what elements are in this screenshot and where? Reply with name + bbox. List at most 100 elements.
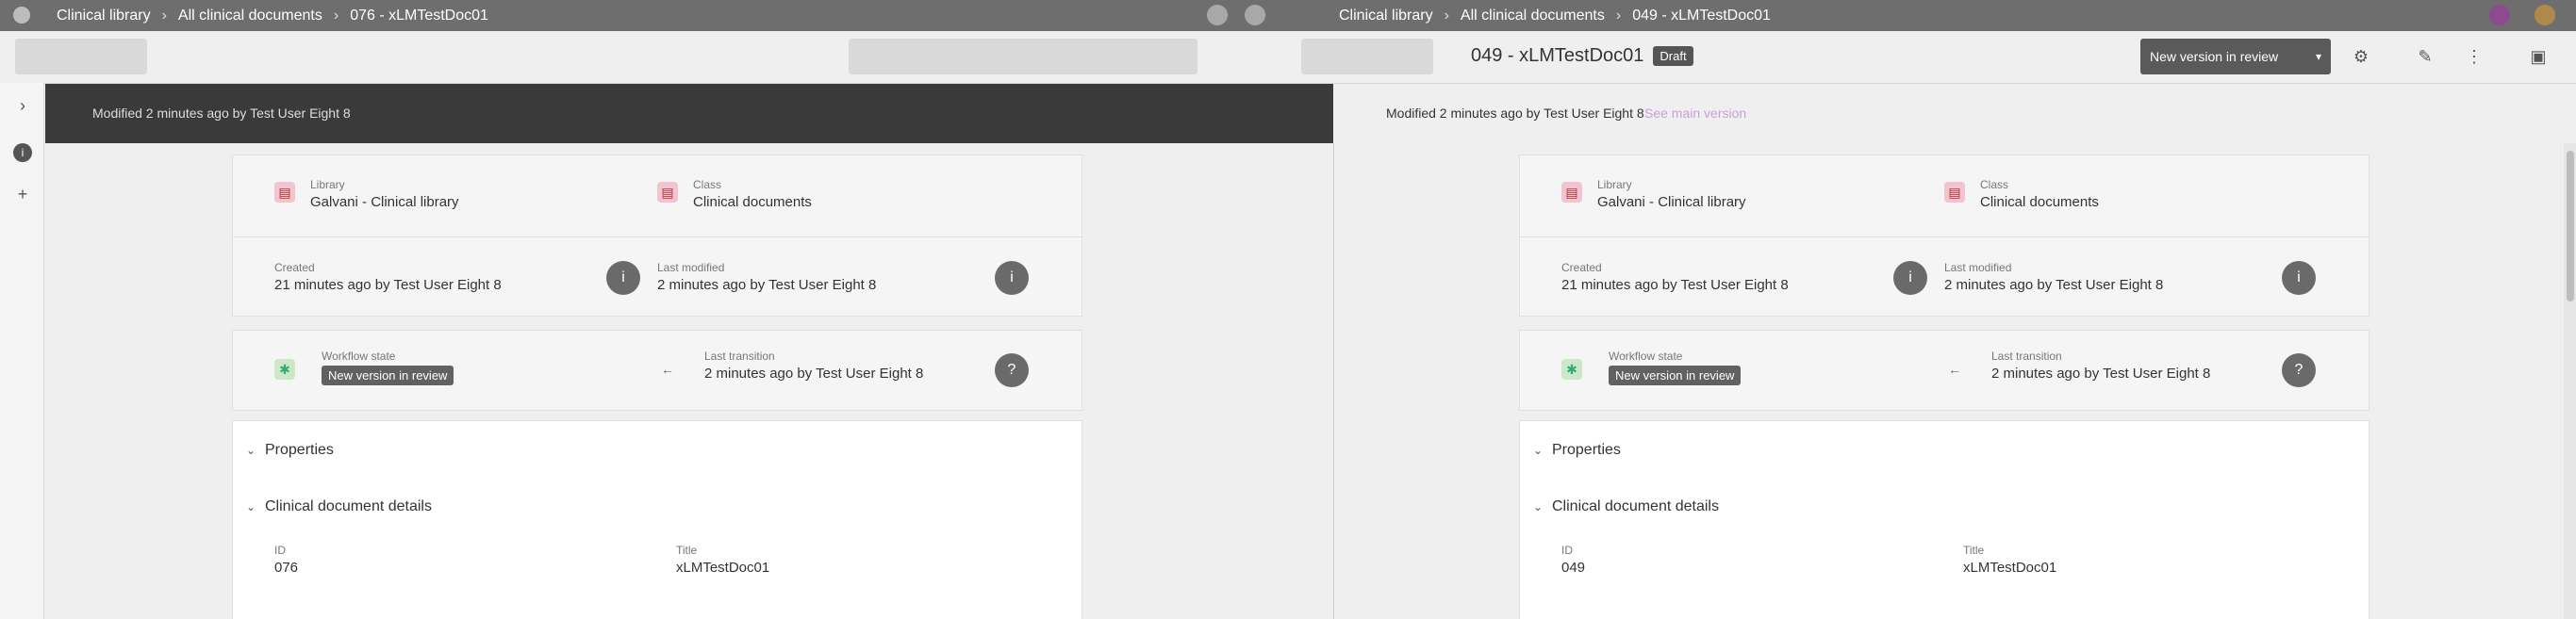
created-field: Created 21 minutes ago by Test User Eigh… bbox=[274, 261, 502, 293]
document-toolbar: 049 - xLMTestDoc01 Draft New version in … bbox=[0, 31, 2576, 84]
id-field: ID 049 bbox=[1561, 544, 1585, 576]
created-field: Created 21 minutes ago by Test User Eigh… bbox=[1561, 261, 1789, 293]
field-label: Workflow state bbox=[322, 350, 396, 363]
workflow-state-field: Workflow state New version in review bbox=[322, 350, 454, 385]
class-icon: ▤ bbox=[657, 182, 678, 203]
user-info-icon[interactable]: i bbox=[2282, 261, 2316, 295]
right-document-pane: ▤ Library Galvani - Clinical library ▤ C… bbox=[1333, 143, 2576, 619]
workflow-status-dropdown[interactable]: New version in review ▾ bbox=[2140, 39, 2331, 74]
title-field: Title xLMTestDoc01 bbox=[1963, 544, 2056, 576]
field-label: Workflow state bbox=[1609, 350, 1683, 363]
class-icon: ▤ bbox=[1944, 182, 1965, 203]
status-badge: Draft bbox=[1653, 46, 1693, 66]
apps-icon[interactable] bbox=[1245, 5, 1265, 25]
scrollbar[interactable] bbox=[2564, 143, 2576, 619]
field-value: 2 minutes ago by Test User Eight 8 bbox=[704, 366, 924, 382]
edit-icon[interactable]: ✎ bbox=[2414, 46, 2436, 67]
class-field: Class Clinical documents bbox=[1980, 178, 2099, 210]
workflow-state-chip: New version in review bbox=[1609, 366, 1742, 385]
expand-icon[interactable]: › bbox=[13, 96, 32, 115]
field-label: Last modified bbox=[657, 261, 725, 274]
user-info-icon[interactable]: i bbox=[1893, 261, 1927, 295]
add-icon[interactable]: + bbox=[13, 185, 32, 204]
compare-icon[interactable]: ▣ bbox=[2527, 46, 2550, 67]
document-title: 049 - xLMTestDoc01 Draft bbox=[1471, 45, 1693, 67]
section-title: Clinical document details bbox=[1552, 498, 1719, 514]
left-version-selector[interactable] bbox=[15, 39, 147, 74]
notifications-icon[interactable] bbox=[2489, 5, 2510, 25]
workflow-icon: ✱ bbox=[1561, 359, 1582, 380]
status-dropdown-label: New version in review bbox=[2150, 49, 2279, 64]
field-value: 2 minutes ago by Test User Eight 8 bbox=[1944, 277, 2164, 293]
chevron-right-icon: › bbox=[1444, 7, 1449, 24]
help-icon[interactable] bbox=[1207, 5, 1228, 25]
field-label: ID bbox=[274, 544, 286, 557]
class-field: Class Clinical documents bbox=[693, 178, 812, 210]
field-value[interactable]: Clinical documents bbox=[1980, 194, 2099, 210]
library-icon: ▤ bbox=[1561, 182, 1582, 203]
see-main-version-link[interactable]: See main version bbox=[1644, 106, 1746, 121]
field-value: 21 minutes ago by Test User Eight 8 bbox=[1561, 277, 1789, 293]
field-label: Last transition bbox=[704, 350, 775, 363]
field-label: ID bbox=[1561, 544, 1573, 557]
field-value: 21 minutes ago by Test User Eight 8 bbox=[274, 277, 502, 293]
field-label: Created bbox=[1561, 261, 1602, 274]
field-value[interactable]: Galvani - Clinical library bbox=[310, 194, 459, 210]
left-search-field[interactable] bbox=[849, 39, 1197, 74]
properties-section-header[interactable]: ⌄ Properties bbox=[246, 442, 334, 459]
field-label: Title bbox=[676, 544, 698, 557]
field-value: 2 minutes ago by Test User Eight 8 bbox=[1991, 366, 2211, 382]
field-value: 049 bbox=[1561, 560, 1586, 576]
workflow-state-field: Workflow state New version in review bbox=[1609, 350, 1742, 385]
right-compare-strip: Modified 2 minutes ago by Test User Eigh… bbox=[1333, 84, 2576, 144]
user-info-icon[interactable]: i bbox=[606, 261, 640, 295]
top-bar: Clinical library › All clinical document… bbox=[0, 0, 2576, 31]
section-title: Clinical document details bbox=[265, 498, 432, 514]
breadcrumb-item[interactable]: All clinical documents bbox=[178, 8, 322, 24]
breadcrumb-item: 049 - xLMTestDoc01 bbox=[1632, 7, 1771, 24]
field-value[interactable]: Clinical documents bbox=[693, 194, 812, 210]
info-icon[interactable]: i bbox=[13, 143, 32, 162]
last-modified-field: Last modified 2 minutes ago by Test User… bbox=[1944, 261, 2163, 293]
compare-bar: Modified 2 minutes ago by Test User Eigh… bbox=[45, 84, 1333, 143]
last-transition-field: Last transition 2 minutes ago by Test Us… bbox=[1991, 350, 2210, 382]
help-icon[interactable]: ? bbox=[2282, 353, 2316, 387]
left-actions[interactable] bbox=[1301, 39, 1433, 74]
section-title: Properties bbox=[265, 442, 334, 458]
divider bbox=[233, 236, 1082, 237]
avatar[interactable] bbox=[2535, 5, 2555, 25]
home-icon[interactable] bbox=[13, 7, 30, 24]
field-label: Last modified bbox=[1944, 261, 2012, 274]
field-value: xLMTestDoc01 bbox=[676, 560, 770, 576]
section-title: Properties bbox=[1552, 442, 1621, 458]
transition-arrow-icon: ← bbox=[661, 362, 674, 377]
id-field: ID 076 bbox=[274, 544, 298, 576]
last-transition-field: Last transition 2 minutes ago by Test Us… bbox=[704, 350, 923, 382]
user-info-icon[interactable]: i bbox=[995, 261, 1029, 295]
breadcrumb-item[interactable]: All clinical documents bbox=[1461, 8, 1605, 24]
breadcrumb-item: 076 - xLMTestDoc01 bbox=[350, 7, 488, 24]
field-value: xLMTestDoc01 bbox=[1963, 560, 2057, 576]
details-section-header[interactable]: ⌄ Clinical document details bbox=[246, 498, 432, 515]
chevron-right-icon: › bbox=[161, 7, 167, 24]
properties-section-header[interactable]: ⌄ Properties bbox=[1533, 442, 1621, 459]
summary-card: ▤ Library Galvani - Clinical library ▤ C… bbox=[232, 155, 1082, 317]
scrollbar-thumb[interactable] bbox=[2567, 151, 2574, 301]
field-label: Library bbox=[1597, 178, 1632, 191]
breadcrumb-right: Clinical library › All clinical document… bbox=[1339, 0, 1771, 31]
field-label: Last transition bbox=[1991, 350, 2062, 363]
settings-icon[interactable]: ⚙ bbox=[2350, 46, 2372, 67]
help-icon[interactable]: ? bbox=[995, 353, 1029, 387]
details-section-header[interactable]: ⌄ Clinical document details bbox=[1533, 498, 1719, 515]
workflow-card: ✱ Workflow state New version in review ←… bbox=[232, 330, 1082, 411]
document-title-text: 049 - xLMTestDoc01 bbox=[1471, 45, 1644, 66]
workflow-icon: ✱ bbox=[274, 359, 295, 380]
field-label: Created bbox=[274, 261, 315, 274]
field-value[interactable]: Galvani - Clinical library bbox=[1597, 194, 1746, 210]
more-vert-icon[interactable]: ⋮ bbox=[2463, 46, 2485, 67]
breadcrumb-item[interactable]: Clinical library bbox=[57, 8, 151, 24]
field-label: Library bbox=[310, 178, 345, 191]
breadcrumb-item[interactable]: Clinical library bbox=[1339, 8, 1433, 24]
library-icon: ▤ bbox=[274, 182, 295, 203]
left-document-pane: ▤ Library Galvani - Clinical library ▤ C… bbox=[45, 143, 1288, 619]
